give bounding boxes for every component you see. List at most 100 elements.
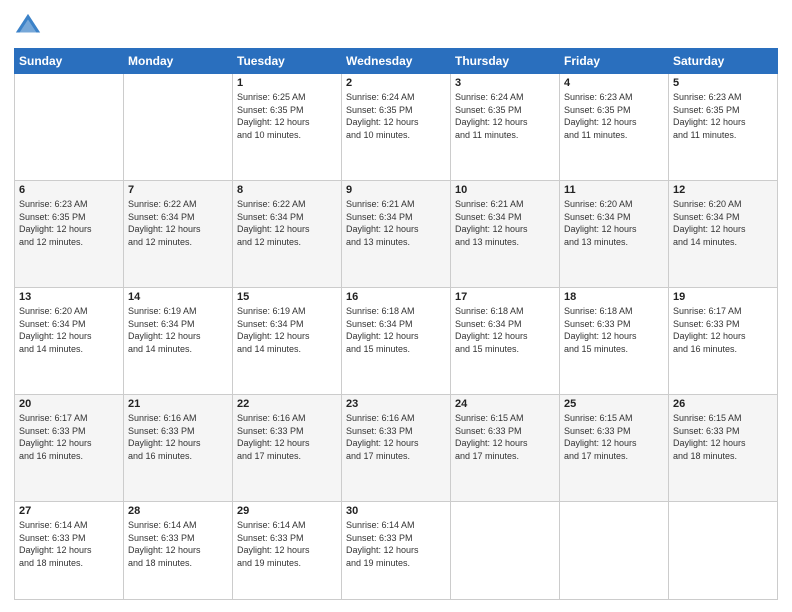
day-info: Sunrise: 6:15 AM Sunset: 6:33 PM Dayligh… bbox=[455, 412, 555, 462]
calendar-header-thursday: Thursday bbox=[451, 49, 560, 74]
calendar-cell: 25 Sunrise: 6:15 AM Sunset: 6:33 PM Dayli… bbox=[560, 395, 669, 502]
day-number: 2 bbox=[346, 77, 446, 89]
day-number: 11 bbox=[564, 184, 664, 196]
day-number: 7 bbox=[128, 184, 228, 196]
day-number: 28 bbox=[128, 505, 228, 517]
day-info: Sunrise: 6:16 AM Sunset: 6:33 PM Dayligh… bbox=[237, 412, 337, 462]
day-number: 4 bbox=[564, 77, 664, 89]
calendar-cell bbox=[451, 502, 560, 600]
day-info: Sunrise: 6:22 AM Sunset: 6:34 PM Dayligh… bbox=[237, 198, 337, 248]
day-info: Sunrise: 6:14 AM Sunset: 6:33 PM Dayligh… bbox=[346, 519, 446, 569]
day-info: Sunrise: 6:19 AM Sunset: 6:34 PM Dayligh… bbox=[237, 305, 337, 355]
logo bbox=[14, 12, 46, 40]
day-info: Sunrise: 6:20 AM Sunset: 6:34 PM Dayligh… bbox=[19, 305, 119, 355]
calendar-cell: 20 Sunrise: 6:17 AM Sunset: 6:33 PM Dayli… bbox=[15, 395, 124, 502]
calendar-week-5: 27 Sunrise: 6:14 AM Sunset: 6:33 PM Dayli… bbox=[15, 502, 778, 600]
calendar-week-3: 13 Sunrise: 6:20 AM Sunset: 6:34 PM Dayli… bbox=[15, 288, 778, 395]
day-number: 6 bbox=[19, 184, 119, 196]
day-number: 14 bbox=[128, 291, 228, 303]
day-info: Sunrise: 6:21 AM Sunset: 6:34 PM Dayligh… bbox=[455, 198, 555, 248]
calendar-cell: 18 Sunrise: 6:18 AM Sunset: 6:33 PM Dayli… bbox=[560, 288, 669, 395]
day-info: Sunrise: 6:17 AM Sunset: 6:33 PM Dayligh… bbox=[19, 412, 119, 462]
day-info: Sunrise: 6:25 AM Sunset: 6:35 PM Dayligh… bbox=[237, 91, 337, 141]
day-info: Sunrise: 6:24 AM Sunset: 6:35 PM Dayligh… bbox=[455, 91, 555, 141]
day-number: 22 bbox=[237, 398, 337, 410]
day-number: 3 bbox=[455, 77, 555, 89]
day-info: Sunrise: 6:14 AM Sunset: 6:33 PM Dayligh… bbox=[128, 519, 228, 569]
header bbox=[14, 12, 778, 40]
day-number: 17 bbox=[455, 291, 555, 303]
day-info: Sunrise: 6:24 AM Sunset: 6:35 PM Dayligh… bbox=[346, 91, 446, 141]
calendar-header-monday: Monday bbox=[124, 49, 233, 74]
calendar-header-sunday: Sunday bbox=[15, 49, 124, 74]
day-number: 8 bbox=[237, 184, 337, 196]
day-number: 18 bbox=[564, 291, 664, 303]
calendar-cell: 26Sunrise: 6:15 AM Sunset: 6:33 PM Dayli… bbox=[669, 395, 778, 502]
calendar-header-saturday: Saturday bbox=[669, 49, 778, 74]
day-number: 21 bbox=[128, 398, 228, 410]
calendar-header-tuesday: Tuesday bbox=[233, 49, 342, 74]
calendar-cell: 30Sunrise: 6:14 AM Sunset: 6:33 PM Dayli… bbox=[342, 502, 451, 600]
calendar-cell: 12 Sunrise: 6:20 AM Sunset: 6:34 PM Dayli… bbox=[669, 181, 778, 288]
calendar-cell bbox=[669, 502, 778, 600]
calendar-cell: 21 Sunrise: 6:16 AM Sunset: 6:33 PM Dayli… bbox=[124, 395, 233, 502]
day-info: Sunrise: 6:20 AM Sunset: 6:34 PM Dayligh… bbox=[673, 198, 773, 248]
day-number: 13 bbox=[19, 291, 119, 303]
calendar-cell: 6 Sunrise: 6:23 AM Sunset: 6:35 PM Daylig… bbox=[15, 181, 124, 288]
calendar-week-4: 20 Sunrise: 6:17 AM Sunset: 6:33 PM Dayli… bbox=[15, 395, 778, 502]
day-info: Sunrise: 6:18 AM Sunset: 6:34 PM Dayligh… bbox=[346, 305, 446, 355]
calendar-header-row: SundayMondayTuesdayWednesdayThursdayFrid… bbox=[15, 49, 778, 74]
calendar-cell: 7 Sunrise: 6:22 AM Sunset: 6:34 PM Daylig… bbox=[124, 181, 233, 288]
calendar-cell: 24Sunrise: 6:15 AM Sunset: 6:33 PM Dayli… bbox=[451, 395, 560, 502]
day-info: Sunrise: 6:16 AM Sunset: 6:33 PM Dayligh… bbox=[128, 412, 228, 462]
day-info: Sunrise: 6:17 AM Sunset: 6:33 PM Dayligh… bbox=[673, 305, 773, 355]
page: SundayMondayTuesdayWednesdayThursdayFrid… bbox=[0, 0, 792, 612]
day-number: 27 bbox=[19, 505, 119, 517]
day-number: 29 bbox=[237, 505, 337, 517]
calendar-cell: 14 Sunrise: 6:19 AM Sunset: 6:34 PM Dayli… bbox=[124, 288, 233, 395]
calendar-cell bbox=[560, 502, 669, 600]
calendar-cell: 10 Sunrise: 6:21 AM Sunset: 6:34 PM Dayli… bbox=[451, 181, 560, 288]
calendar-cell: 17 Sunrise: 6:18 AM Sunset: 6:34 PM Dayli… bbox=[451, 288, 560, 395]
day-info: Sunrise: 6:20 AM Sunset: 6:34 PM Dayligh… bbox=[564, 198, 664, 248]
day-number: 25 bbox=[564, 398, 664, 410]
calendar-cell: 9 Sunrise: 6:21 AM Sunset: 6:34 PM Daylig… bbox=[342, 181, 451, 288]
day-info: Sunrise: 6:21 AM Sunset: 6:34 PM Dayligh… bbox=[346, 198, 446, 248]
day-number: 10 bbox=[455, 184, 555, 196]
calendar-cell: 27 Sunrise: 6:14 AM Sunset: 6:33 PM Dayli… bbox=[15, 502, 124, 600]
day-info: Sunrise: 6:19 AM Sunset: 6:34 PM Dayligh… bbox=[128, 305, 228, 355]
day-number: 5 bbox=[673, 77, 773, 89]
calendar-cell: 22 Sunrise: 6:16 AM Sunset: 6:33 PM Dayli… bbox=[233, 395, 342, 502]
day-info: Sunrise: 6:14 AM Sunset: 6:33 PM Dayligh… bbox=[237, 519, 337, 569]
calendar-cell: 1 Sunrise: 6:25 AM Sunset: 6:35 PM Daylig… bbox=[233, 74, 342, 181]
calendar-cell: 29 Sunrise: 6:14 AM Sunset: 6:33 PM Dayli… bbox=[233, 502, 342, 600]
day-info: Sunrise: 6:22 AM Sunset: 6:34 PM Dayligh… bbox=[128, 198, 228, 248]
day-info: Sunrise: 6:16 AM Sunset: 6:33 PM Dayligh… bbox=[346, 412, 446, 462]
day-number: 1 bbox=[237, 77, 337, 89]
calendar-week-1: 1 Sunrise: 6:25 AM Sunset: 6:35 PM Daylig… bbox=[15, 74, 778, 181]
day-info: Sunrise: 6:23 AM Sunset: 6:35 PM Dayligh… bbox=[19, 198, 119, 248]
calendar-cell: 15Sunrise: 6:19 AM Sunset: 6:34 PM Dayli… bbox=[233, 288, 342, 395]
calendar-cell: 23Sunrise: 6:16 AM Sunset: 6:33 PM Dayli… bbox=[342, 395, 451, 502]
day-number: 20 bbox=[19, 398, 119, 410]
calendar-cell: 2 Sunrise: 6:24 AM Sunset: 6:35 PM Daylig… bbox=[342, 74, 451, 181]
calendar-table: SundayMondayTuesdayWednesdayThursdayFrid… bbox=[14, 48, 778, 600]
day-info: Sunrise: 6:18 AM Sunset: 6:34 PM Dayligh… bbox=[455, 305, 555, 355]
calendar-header-wednesday: Wednesday bbox=[342, 49, 451, 74]
day-info: Sunrise: 6:18 AM Sunset: 6:33 PM Dayligh… bbox=[564, 305, 664, 355]
day-number: 12 bbox=[673, 184, 773, 196]
calendar-week-2: 6 Sunrise: 6:23 AM Sunset: 6:35 PM Daylig… bbox=[15, 181, 778, 288]
day-number: 19 bbox=[673, 291, 773, 303]
calendar-cell bbox=[15, 74, 124, 181]
day-info: Sunrise: 6:14 AM Sunset: 6:33 PM Dayligh… bbox=[19, 519, 119, 569]
calendar-cell: 8 Sunrise: 6:22 AM Sunset: 6:34 PM Daylig… bbox=[233, 181, 342, 288]
calendar-cell: 5Sunrise: 6:23 AM Sunset: 6:35 PM Daylig… bbox=[669, 74, 778, 181]
calendar-cell: 19 Sunrise: 6:17 AM Sunset: 6:33 PM Dayli… bbox=[669, 288, 778, 395]
day-number: 9 bbox=[346, 184, 446, 196]
calendar-header-friday: Friday bbox=[560, 49, 669, 74]
logo-icon bbox=[14, 12, 42, 40]
day-number: 16 bbox=[346, 291, 446, 303]
day-info: Sunrise: 6:15 AM Sunset: 6:33 PM Dayligh… bbox=[564, 412, 664, 462]
day-info: Sunrise: 6:15 AM Sunset: 6:33 PM Dayligh… bbox=[673, 412, 773, 462]
calendar-cell: 4Sunrise: 6:23 AM Sunset: 6:35 PM Daylig… bbox=[560, 74, 669, 181]
